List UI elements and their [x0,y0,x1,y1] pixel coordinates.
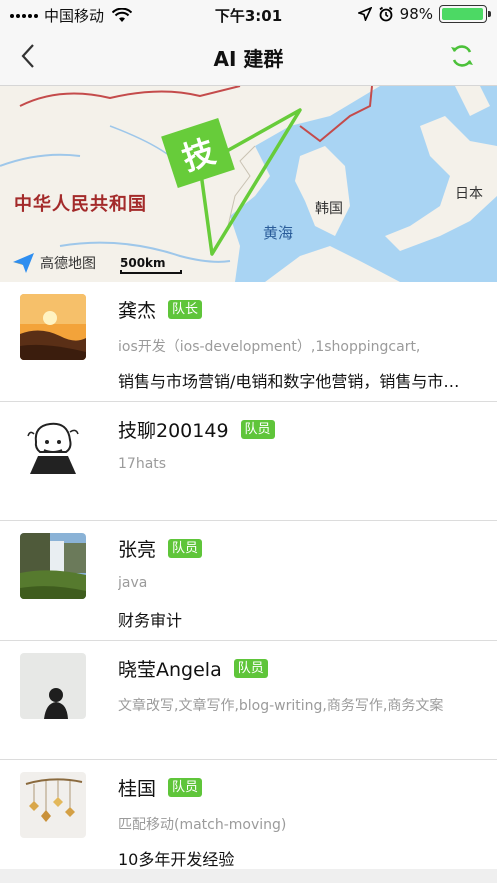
member-name-text: 技聊200149 [118,419,229,442]
member-name: 桂国 队员 [118,774,203,801]
member-name-text: 桂国 [118,778,157,800]
battery-percent: 98% [399,5,433,23]
alarm-icon [379,6,393,22]
battery-icon [439,5,491,23]
map-label-korea: 韩国 [315,201,343,217]
member-name: 晓莹Angela 队员 [118,655,268,682]
status-right: 98% [357,5,491,23]
list-item[interactable]: 龚杰 队长 ios开发（ios-development）,1shoppingca… [0,282,497,402]
role-badge: 队员 [233,658,268,678]
member-skills: java [118,575,148,591]
role-badge: 队长 [168,300,203,319]
member-skills: 文章改写,文章写作,blog-writing,商务写作,商务文案 [118,697,444,714]
map-label-country: 中华人民共和国 [14,194,147,215]
map-view[interactable]: 中华人民共和国 韩国 日本 黄海 技 高德地图 500km [0,86,497,282]
nav-bar: AI 建群 [0,28,497,86]
list-item[interactable]: 技聊200149 队员 17hats [0,401,497,521]
map-scale-bar [120,270,182,274]
bottom-strip [0,869,497,883]
member-name: 龚杰 队长 [118,296,203,323]
role-badge: 队员 [240,419,275,439]
list-item[interactable]: 桂国 队员 匹配移动(match-moving) 10多年开发经验 [0,760,497,880]
map-label-japan: 日本 [455,186,483,202]
avatar [20,294,86,360]
member-name-text: 龚杰 [118,300,157,322]
member-name: 张亮 队员 [118,535,203,562]
member-skills: 17hats [118,455,167,472]
avatar [20,772,86,838]
member-list: 龚杰 队长 ios开发（ios-development）,1shoppingca… [0,282,497,880]
map-provider-label: 高德地图 [40,256,96,272]
member-skills: ios开发（ios-development）,1shoppingcart, [118,339,421,355]
avatar [20,533,86,599]
location-arrow-icon [357,7,372,21]
refresh-button[interactable] [449,43,475,69]
member-name-text: 晓莹Angela [118,658,222,681]
role-badge: 队员 [168,539,203,558]
list-item[interactable]: 晓莹Angela 队员 文章改写,文章写作,blog-writing,商务写作,… [0,640,497,760]
battery-fill [442,8,484,20]
list-item[interactable]: 张亮 队员 java 财务审计 [0,521,497,641]
member-name-text: 张亮 [118,539,157,561]
role-badge: 队员 [168,778,203,797]
map-logo-icon [13,253,34,273]
member-description: 销售与市场营销/电销和数字他营销，销售与市场营销 [118,372,468,391]
map-provider-logo: 高德地图 [12,252,96,274]
map-label-sea: 黄海 [263,224,294,242]
map-scale-label: 500km [120,256,166,270]
member-description: 10多年开发经验 [118,850,235,869]
status-bar: 中国移动 下午3:01 98% [0,0,497,28]
map-marker-label: 技 [177,131,220,178]
avatar [20,652,86,719]
page-title: AI 建群 [213,47,284,71]
avatar [20,413,86,480]
member-skills: 匹配移动(match-moving) [118,817,287,833]
member-description: 财务审计 [118,611,183,630]
member-name: 技聊200149 队员 [118,416,275,443]
